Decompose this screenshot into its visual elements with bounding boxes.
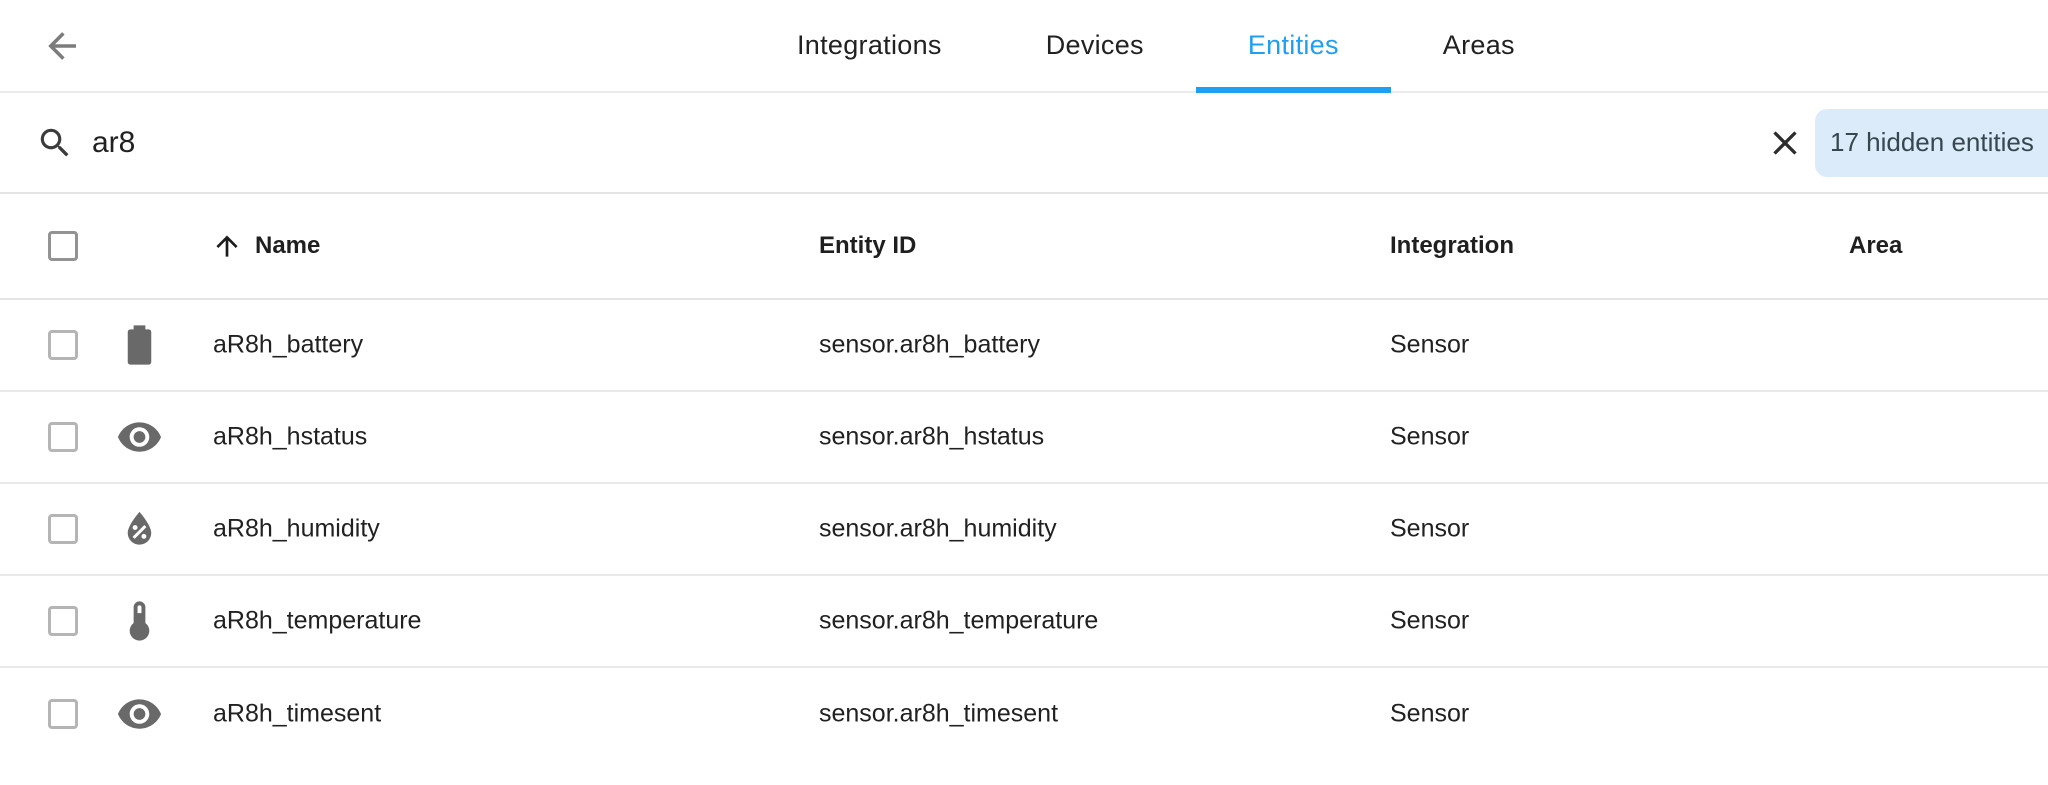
entity-integration: Sensor (1390, 606, 1470, 635)
select-all-checkbox[interactable] (48, 231, 78, 261)
entity-id: sensor.ar8h_temperature (819, 606, 1099, 635)
row-checkbox[interactable] (48, 330, 78, 360)
table-row[interactable]: aR8h_hstatus sensor.ar8h_hstatus Sensor (0, 392, 2048, 484)
entity-integration: Sensor (1390, 514, 1470, 543)
tab-entities[interactable]: Entities (1195, 0, 1391, 93)
entity-id: sensor.ar8h_hstatus (819, 422, 1045, 451)
tab-integrations[interactable]: Integrations (745, 0, 994, 91)
entity-integration: Sensor (1390, 330, 1470, 359)
search-icon (36, 124, 74, 162)
search-bar: 17 hidden entities (0, 93, 2048, 194)
hidden-entities-chip[interactable]: 17 hidden entities (1815, 108, 2048, 177)
tab-label: Areas (1442, 30, 1515, 60)
water-percent-icon (116, 506, 163, 553)
column-header-area[interactable]: Area (1849, 232, 1902, 260)
hidden-entities-chip-label: 17 hidden entities (1830, 127, 2034, 157)
tab-label: Devices (1045, 30, 1144, 60)
column-header-integration[interactable]: Integration (1390, 232, 1514, 260)
table-row[interactable]: aR8h_battery sensor.ar8h_battery Sensor (0, 300, 2048, 392)
eye-icon (116, 691, 163, 738)
tab-label: Integrations (797, 30, 942, 60)
entities-table-header: Name Entity ID Integration Area (0, 194, 2048, 300)
row-checkbox[interactable] (48, 699, 78, 729)
entity-name: aR8h_temperature (213, 606, 422, 635)
config-tabs: Integrations Devices Entities Areas (745, 0, 1567, 93)
column-header-label: Name (255, 232, 321, 259)
table-row[interactable]: aR8h_timesent sensor.ar8h_timesent Senso… (0, 668, 2048, 760)
table-row[interactable]: aR8h_temperature sensor.ar8h_temperature… (0, 576, 2048, 668)
row-checkbox[interactable] (48, 422, 78, 452)
search-input[interactable] (92, 93, 1672, 192)
entity-id: sensor.ar8h_battery (819, 330, 1040, 359)
clear-search-button[interactable] (1763, 121, 1807, 165)
entity-name: aR8h_battery (213, 330, 364, 359)
tab-areas[interactable]: Areas (1391, 0, 1567, 91)
column-header-name[interactable]: Name (211, 230, 320, 262)
row-checkbox[interactable] (48, 606, 78, 636)
tab-devices[interactable]: Devices (994, 0, 1196, 91)
eye-icon (116, 414, 163, 461)
entities-table: Name Entity ID Integration Area aR8h_bat… (0, 194, 2048, 760)
entity-integration: Sensor (1390, 699, 1470, 728)
entities-table-body: aR8h_battery sensor.ar8h_battery Sensor … (0, 300, 2048, 760)
tab-label: Entities (1247, 30, 1339, 60)
arrow-up-icon (211, 230, 243, 262)
thermometer-icon (116, 598, 163, 645)
entity-id: sensor.ar8h_humidity (819, 514, 1057, 543)
entity-name: aR8h_timesent (213, 699, 382, 728)
close-icon (1765, 123, 1805, 163)
entity-name: aR8h_humidity (213, 514, 380, 543)
row-checkbox[interactable] (48, 514, 78, 544)
entity-integration: Sensor (1390, 422, 1470, 451)
arrow-left-icon (41, 25, 83, 67)
config-top-bar: Integrations Devices Entities Areas (0, 0, 2048, 93)
battery-icon (116, 322, 163, 369)
column-header-entity-id[interactable]: Entity ID (819, 232, 916, 260)
entity-id: sensor.ar8h_timesent (819, 699, 1059, 728)
table-row[interactable]: aR8h_humidity sensor.ar8h_humidity Senso… (0, 484, 2048, 576)
back-button[interactable] (38, 22, 86, 70)
entity-name: aR8h_hstatus (213, 422, 368, 451)
